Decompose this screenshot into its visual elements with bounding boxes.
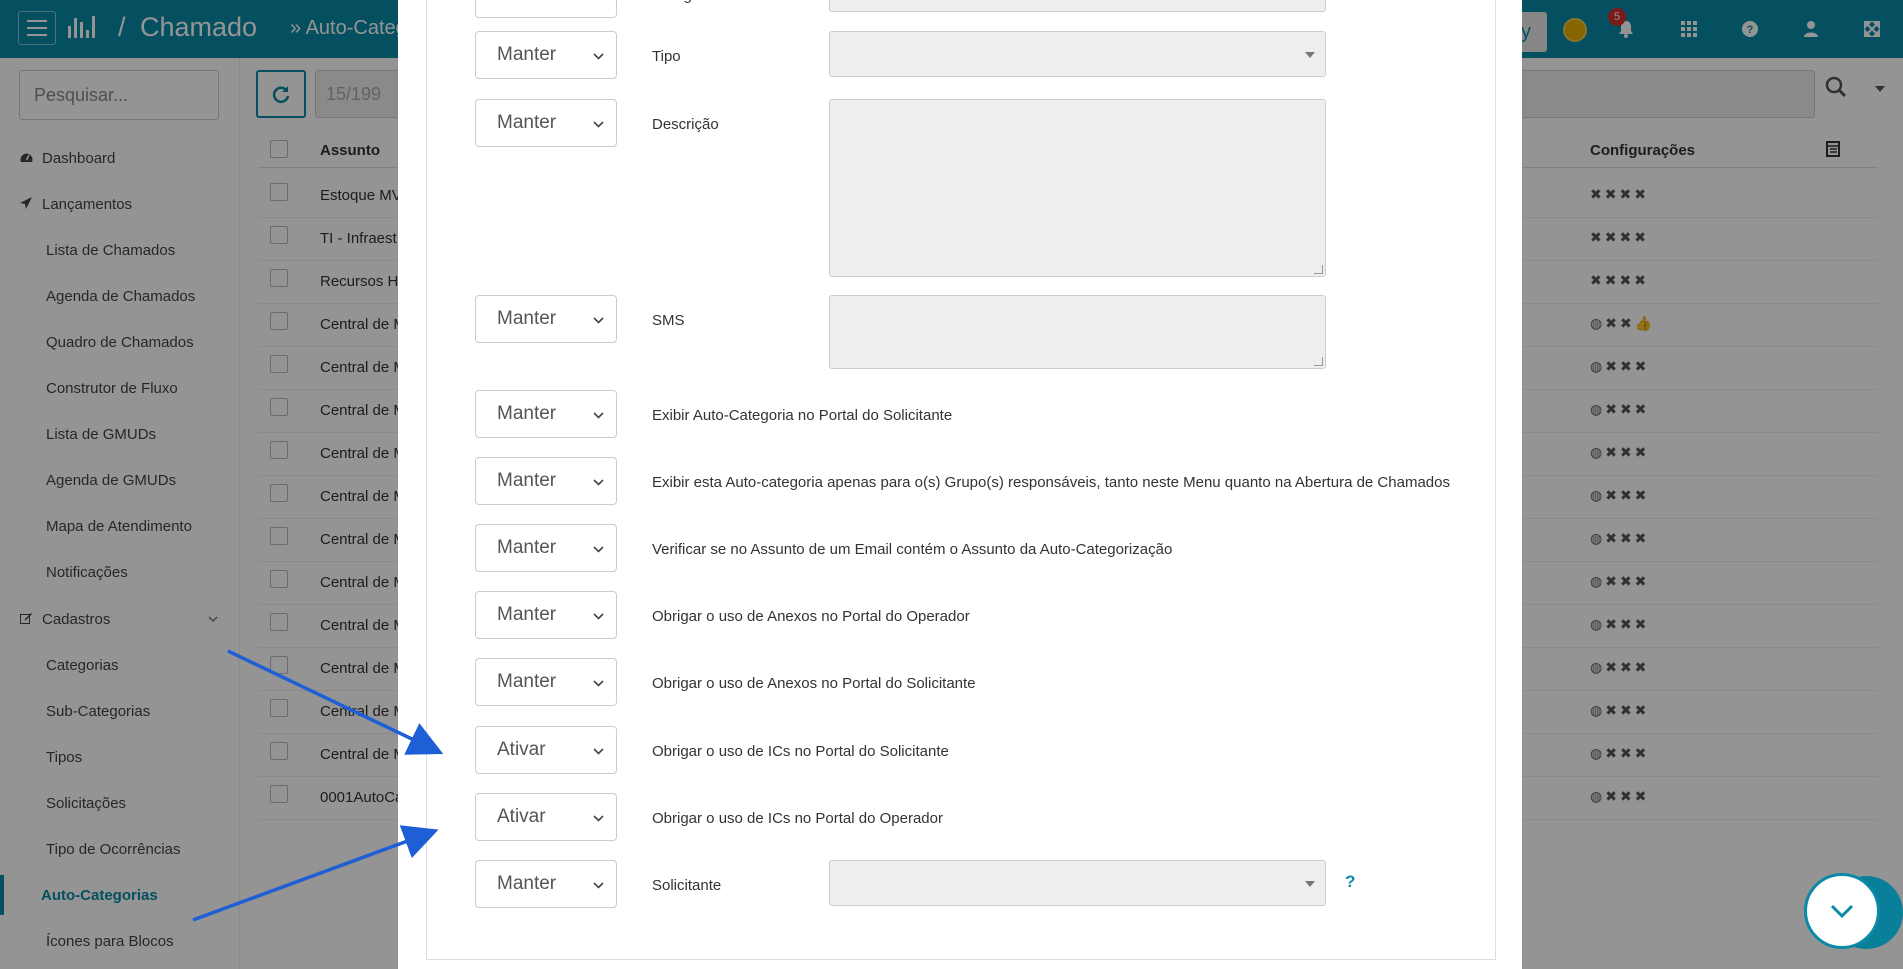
action-select[interactable]: Manter xyxy=(475,99,617,147)
field-dropdown[interactable] xyxy=(829,31,1326,77)
action-select-value: Manter xyxy=(497,0,556,5)
dropdown-caret-icon xyxy=(1305,52,1315,58)
chevron-down-icon xyxy=(593,116,604,131)
field-label: Obrigar o uso de ICs no Portal do Operad… xyxy=(652,810,943,827)
field-label: SMS xyxy=(652,312,685,329)
field-label: Descrição xyxy=(652,116,719,133)
field-label: Categoria xyxy=(652,0,717,4)
modal-form-panel: Manter Categoria Manter Tipo Manter Descrição… xyxy=(426,0,1496,960)
action-select-value: Manter xyxy=(497,470,557,491)
chevron-down-icon xyxy=(593,541,604,556)
action-select[interactable]: Manter xyxy=(475,295,617,343)
chevron-down-icon xyxy=(593,608,604,623)
chevron-down-icon xyxy=(593,474,604,489)
field-input[interactable] xyxy=(829,0,1326,12)
field-label: Tipo xyxy=(652,48,681,65)
bulk-edit-modal: Manter Categoria Manter Tipo Manter Descrição… xyxy=(398,0,1522,969)
action-select-value: Manter xyxy=(497,403,557,424)
action-select[interactable]: Manter xyxy=(475,524,617,572)
field-label: Obrigar o uso de ICs no Portal do Solici… xyxy=(652,743,949,760)
action-select[interactable]: Manter xyxy=(475,658,617,706)
action-select[interactable]: Manter xyxy=(475,31,617,79)
action-select-value: Manter xyxy=(497,44,557,65)
action-select-value: Manter xyxy=(497,112,557,133)
field-label: Verificar se no Assunto de um Email cont… xyxy=(652,541,1173,558)
field-label: Exibir Auto-Categoria no Portal do Solic… xyxy=(652,407,953,424)
action-select[interactable]: Manter xyxy=(475,457,617,505)
field-label: Exibir esta Auto-categoria apenas para o… xyxy=(652,474,1450,491)
chevron-down-icon xyxy=(593,312,604,327)
action-select[interactable]: Manter xyxy=(475,0,617,18)
field-label: Solicitante xyxy=(652,877,722,894)
chevron-down-icon xyxy=(593,48,604,63)
field-label: Obrigar o uso de Anexos no Portal do Ope… xyxy=(652,608,970,625)
dropdown-caret-icon xyxy=(1305,881,1315,887)
action-select[interactable]: Manter xyxy=(475,591,617,639)
action-select[interactable]: Manter xyxy=(475,860,617,908)
action-select[interactable]: Manter xyxy=(475,390,617,438)
scroll-down-button[interactable] xyxy=(1804,873,1880,949)
chevron-down-icon xyxy=(593,877,604,892)
chevron-down-icon xyxy=(1830,904,1854,919)
field-textarea[interactable] xyxy=(829,99,1326,277)
action-select-value: Ativar xyxy=(497,806,546,827)
action-select-value: Ativar xyxy=(497,739,546,760)
action-select-value: Manter xyxy=(497,604,557,625)
chevron-down-icon xyxy=(593,743,604,758)
field-label: Obrigar o uso de Anexos no Portal do Sol… xyxy=(652,675,976,692)
chevron-down-icon xyxy=(593,810,604,825)
resize-handle-icon[interactable] xyxy=(1314,357,1323,366)
action-select-value: Manter xyxy=(497,537,557,558)
field-textarea[interactable] xyxy=(829,295,1326,369)
field-dropdown[interactable] xyxy=(829,860,1326,906)
action-select[interactable]: Ativar xyxy=(475,726,617,774)
action-select-value: Manter xyxy=(497,671,557,692)
resize-handle-icon[interactable] xyxy=(1314,265,1323,274)
help-icon[interactable]: ? xyxy=(1345,872,1355,892)
chevron-down-icon xyxy=(593,675,604,690)
chevron-down-icon xyxy=(593,0,604,2)
action-select-value: Manter xyxy=(497,308,557,329)
action-select-value: Manter xyxy=(497,873,557,894)
chevron-down-icon xyxy=(593,407,604,422)
action-select[interactable]: Ativar xyxy=(475,793,617,841)
